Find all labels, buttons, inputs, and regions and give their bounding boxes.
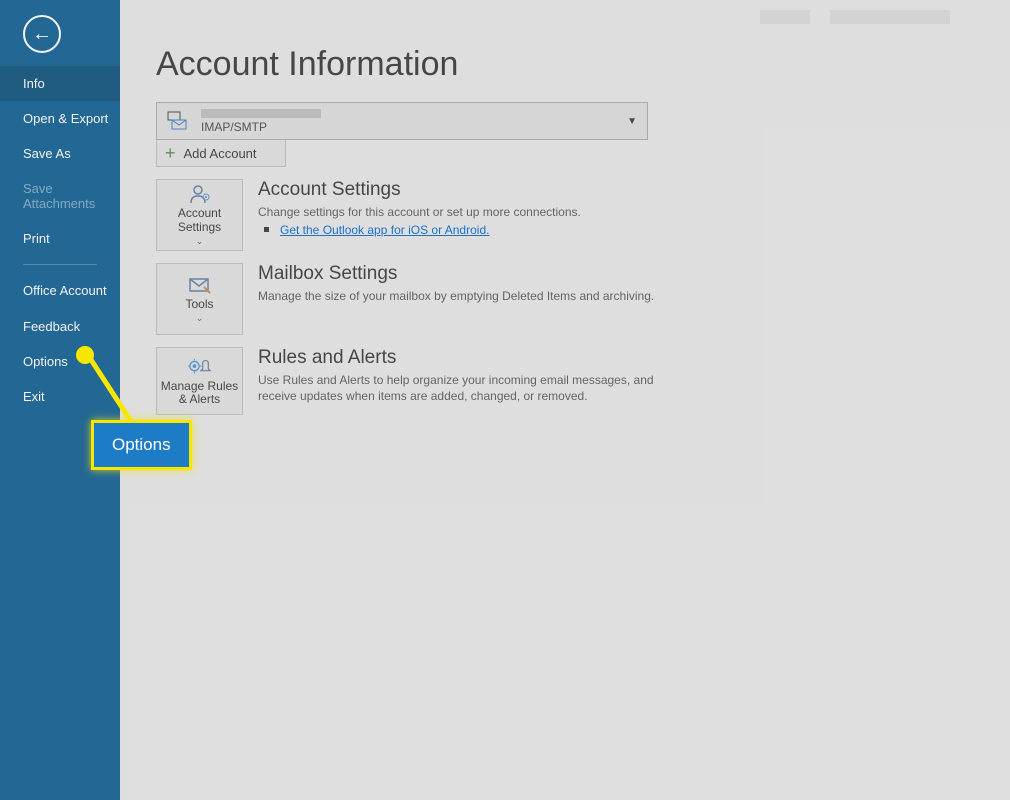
account-icon [165,109,191,133]
rules-alerts-icon [188,356,212,378]
tile-label: Account Settings [157,207,242,233]
section-title-rules-alerts: Rules and Alerts [258,347,678,369]
header-redacted-area [830,10,950,24]
header-redacted-area [760,10,810,24]
back-button[interactable]: ← [23,15,61,53]
sidebar-item-save-attachments: Save Attachments [0,171,120,221]
section-desc: Change settings for this account or set … [258,204,581,220]
sidebar-item-office-account[interactable]: Office Account [0,273,120,309]
section-desc: Manage the size of your mailbox by empty… [258,288,654,304]
outlook-app-link[interactable]: Get the Outlook app for iOS or Android. [280,223,489,237]
tools-tile[interactable]: Tools ⌄ [156,263,243,335]
tile-label: Manage Rules & Alerts [157,380,242,406]
sidebar-item-feedback[interactable]: Feedback [0,309,120,344]
section-title-account-settings: Account Settings [258,179,581,201]
account-selector[interactable]: IMAP/SMTP ▼ [156,102,648,140]
tile-label: Tools [185,298,213,311]
person-gear-icon [188,183,212,205]
mailbox-tools-icon [188,274,212,296]
sidebar-item-print[interactable]: Print [0,221,120,256]
chevron-down-icon: ▼ [627,116,637,127]
main-content: Account Information IMAP/SMTP ▼ + Add Ac… [120,0,1010,800]
plus-icon: + [165,143,176,164]
sidebar-item-save-as[interactable]: Save As [0,136,120,171]
sidebar-item-exit[interactable]: Exit [0,379,120,414]
bullet-icon [264,227,269,232]
add-account-button[interactable]: + Add Account [156,139,286,167]
page-title: Account Information [156,45,974,84]
account-settings-tile[interactable]: Account Settings ⌄ [156,179,243,251]
chevron-down-icon: ⌄ [196,313,204,324]
sidebar-item-open-export[interactable]: Open & Export [0,101,120,136]
sidebar-item-info[interactable]: Info [0,66,120,101]
account-email-redacted [201,109,321,118]
chevron-down-icon: ⌄ [196,236,204,247]
backstage-sidebar: ← Info Open & Export Save As Save Attach… [0,0,120,800]
callout-label: Options [91,420,192,470]
add-account-label: Add Account [184,146,257,161]
sidebar-separator [23,264,97,265]
section-desc: Use Rules and Alerts to help organize yo… [258,372,678,404]
account-type: IMAP/SMTP [201,120,321,134]
section-title-mailbox-settings: Mailbox Settings [258,263,654,285]
back-arrow-icon: ← [32,23,52,46]
manage-rules-tile[interactable]: Manage Rules & Alerts [156,347,243,415]
account-info: IMAP/SMTP [201,109,321,134]
callout-marker [76,346,94,364]
